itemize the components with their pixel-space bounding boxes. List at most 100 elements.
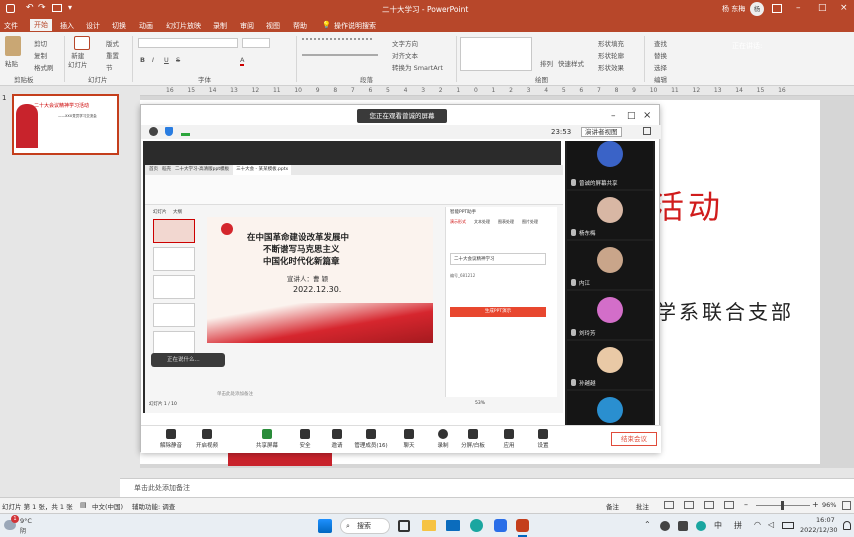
inner-tab[interactable]: 稻壳 bbox=[162, 165, 171, 175]
tray-chevron-icon[interactable]: ⌃ bbox=[644, 520, 651, 529]
accessibility-status[interactable]: 辅助功能: 调查 bbox=[132, 501, 175, 511]
meeting-tool-button[interactable]: 解除静音 bbox=[153, 429, 189, 453]
tab-view[interactable]: 视图 bbox=[266, 21, 280, 31]
edge-icon[interactable] bbox=[470, 519, 483, 532]
participant-tile[interactable]: 孙越越 bbox=[567, 341, 653, 389]
tray-icon[interactable] bbox=[696, 521, 706, 531]
taskview-icon[interactable] bbox=[398, 520, 410, 532]
notification-icon[interactable] bbox=[843, 521, 851, 530]
inner-right-input[interactable]: 二十大会议精神学习 bbox=[450, 253, 546, 265]
inner-thumb[interactable] bbox=[153, 303, 195, 327]
tab-file[interactable]: 文件 bbox=[4, 21, 18, 31]
wifi-icon[interactable]: ◠ bbox=[754, 520, 761, 529]
participant-tile[interactable]: 内江 bbox=[567, 241, 653, 289]
meeting-tool-button[interactable]: 安全 bbox=[287, 429, 323, 453]
bullets-icon[interactable] bbox=[302, 38, 372, 46]
redo-icon[interactable]: ↷ bbox=[38, 3, 46, 13]
ime-language[interactable]: 中 bbox=[714, 520, 722, 531]
select-button[interactable]: 选择 bbox=[654, 62, 667, 72]
new-slide-button[interactable]: 新建 幻灯片 bbox=[68, 52, 88, 70]
qat-more-icon[interactable]: ▾ bbox=[68, 3, 72, 12]
inner-tab[interactable]: 首页 bbox=[149, 165, 158, 175]
fit-slide-icon[interactable] bbox=[842, 501, 851, 510]
meeting-tool-button[interactable]: 管理成员(16) bbox=[353, 429, 389, 453]
paste-button[interactable]: 粘贴 bbox=[5, 58, 18, 68]
info-icon[interactable] bbox=[149, 127, 158, 136]
clock-date[interactable]: 2022/12/30 bbox=[800, 526, 837, 534]
meeting-tool-button[interactable]: 开启视频 bbox=[189, 429, 225, 453]
tab-help[interactable]: 帮助 bbox=[293, 21, 307, 31]
font-name-field[interactable] bbox=[138, 38, 238, 48]
inner-thumb[interactable] bbox=[153, 219, 195, 243]
ime-mode[interactable]: 拼 bbox=[734, 520, 742, 531]
copy-button[interactable]: 复制 bbox=[34, 50, 47, 60]
reading-view-icon[interactable] bbox=[704, 501, 714, 509]
inner-right-tab[interactable]: 文本处理 bbox=[474, 219, 490, 225]
italic-icon[interactable]: I bbox=[152, 56, 154, 64]
shape-outline-button[interactable]: 形状轮廓 bbox=[598, 50, 624, 60]
text-direction-button[interactable]: 文字方向 bbox=[392, 38, 418, 48]
meeting-tool-button[interactable]: 共享屏幕 bbox=[249, 429, 285, 453]
inner-thumb[interactable] bbox=[153, 247, 195, 271]
fullscreen-icon[interactable] bbox=[643, 127, 651, 135]
tab-design[interactable]: 设计 bbox=[86, 21, 100, 31]
tab-slideshow[interactable]: 幻灯片放映 bbox=[166, 21, 201, 31]
end-meeting-button[interactable]: 结束会议 bbox=[611, 432, 657, 446]
spellcheck-icon[interactable]: ▤ bbox=[80, 501, 87, 509]
format-painter-button[interactable]: 格式刷 bbox=[34, 62, 54, 72]
powerpoint-icon[interactable] bbox=[516, 519, 529, 532]
avatar[interactable]: 杨 bbox=[750, 2, 764, 16]
comments-button[interactable]: 批注 bbox=[636, 501, 649, 511]
inner-thumb[interactable] bbox=[153, 331, 195, 355]
inner-right-tab[interactable]: 演示形式 bbox=[450, 219, 466, 225]
speaker-view-button[interactable]: 演讲者视图 bbox=[581, 127, 622, 137]
tray-icon[interactable] bbox=[660, 521, 670, 531]
normal-view-icon[interactable] bbox=[664, 501, 674, 509]
minimize-icon[interactable]: – bbox=[796, 3, 801, 13]
notes-button[interactable]: 备注 bbox=[606, 501, 619, 511]
shape-fill-button[interactable]: 形状填充 bbox=[598, 38, 624, 48]
meeting-tool-button[interactable]: 聊天 bbox=[391, 429, 427, 453]
tell-me-search[interactable]: 操作说明搜索 bbox=[334, 21, 376, 31]
meeting-close-icon[interactable]: × bbox=[643, 110, 651, 121]
new-slide-icon[interactable] bbox=[74, 36, 90, 50]
meeting-tool-button[interactable]: 分屏/白板 bbox=[455, 429, 491, 453]
tray-icon[interactable] bbox=[678, 521, 688, 531]
participant-tile[interactable]: 杨东梅 bbox=[567, 191, 653, 239]
bold-icon[interactable]: B bbox=[140, 56, 145, 64]
tab-transitions[interactable]: 切换 bbox=[112, 21, 126, 31]
section-button[interactable]: 节 bbox=[106, 62, 113, 72]
start-icon[interactable] bbox=[318, 519, 332, 533]
tab-review[interactable]: 审阅 bbox=[240, 21, 254, 31]
clock-time[interactable]: 16:07 bbox=[816, 516, 835, 524]
shape-effects-button[interactable]: 形状效果 bbox=[598, 62, 624, 72]
battery-icon[interactable] bbox=[782, 522, 794, 529]
quick-styles-button[interactable]: 快速样式 bbox=[558, 58, 584, 68]
reset-button[interactable]: 重置 bbox=[106, 50, 119, 60]
meeting-tool-button[interactable]: 设置 bbox=[525, 429, 561, 453]
font-size-field[interactable] bbox=[242, 38, 270, 48]
meeting-app-icon[interactable] bbox=[494, 519, 507, 532]
sorter-view-icon[interactable] bbox=[684, 501, 694, 509]
meeting-minimize-icon[interactable]: – bbox=[611, 111, 616, 121]
mail-icon[interactable] bbox=[446, 520, 460, 531]
ribbon-display-icon[interactable] bbox=[772, 4, 782, 13]
zoom-out-icon[interactable]: – bbox=[744, 500, 748, 509]
notes-pane[interactable]: 单击此处添加备注 bbox=[120, 478, 854, 497]
align-icons[interactable] bbox=[302, 54, 378, 62]
paste-icon[interactable] bbox=[5, 36, 21, 56]
present-icon[interactable] bbox=[52, 4, 62, 12]
tab-home[interactable]: 开始 bbox=[30, 19, 52, 31]
font-color-icon[interactable]: A bbox=[240, 56, 245, 66]
inner-thumb[interactable] bbox=[153, 275, 195, 299]
inner-generate-button[interactable]: 生成PPT演示 bbox=[450, 307, 546, 317]
inner-right-tab[interactable]: 图表处理 bbox=[498, 219, 514, 225]
inner-right-tab[interactable]: 图片处理 bbox=[522, 219, 538, 225]
language-status[interactable]: 中文(中国) bbox=[92, 501, 123, 511]
inner-tab[interactable]: 三十大会 - 某某模板.pptx bbox=[233, 165, 292, 175]
close-icon[interactable]: × bbox=[840, 3, 848, 13]
align-text-button[interactable]: 对齐文本 bbox=[392, 50, 418, 60]
zoom-thumb[interactable] bbox=[781, 501, 784, 510]
meeting-maximize-icon[interactable]: □ bbox=[627, 111, 636, 121]
strikethrough-icon[interactable]: S bbox=[176, 56, 180, 64]
